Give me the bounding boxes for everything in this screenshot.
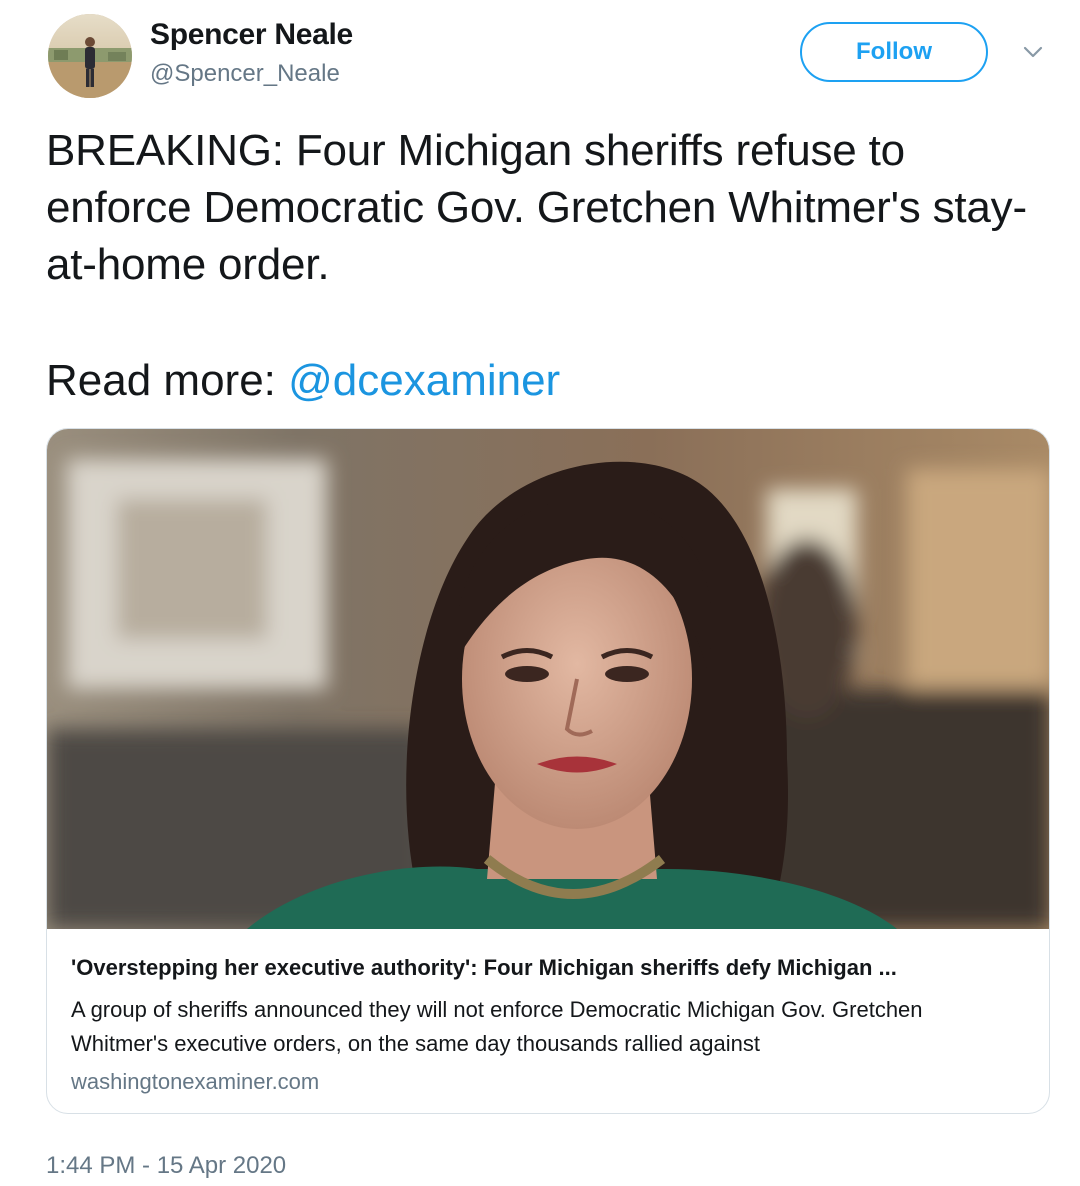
chevron-down-icon[interactable] (1022, 44, 1044, 60)
profile-photo (48, 14, 132, 98)
card-image (47, 429, 1049, 929)
author-avatar[interactable] (48, 14, 132, 98)
mention-link[interactable]: @dcexaminer (288, 356, 560, 405)
tweet-text: BREAKING: Four Michigan sheriffs refuse … (46, 126, 1027, 289)
author-display-name[interactable]: Spencer Neale (150, 18, 353, 52)
card-domain: washingtonexaminer.com (71, 1069, 320, 1094)
link-preview-card[interactable]: 'Overstepping her executive authority': … (46, 428, 1050, 1114)
card-description: A group of sheriffs announced they will … (71, 997, 923, 1056)
read-more-prefix: Read more: (46, 356, 289, 405)
tweet-timestamp[interactable]: 1:44 PM - 15 Apr 2020 (46, 1152, 286, 1180)
read-more-line: Read more: @dcexaminer (46, 352, 560, 409)
tweet-container: Spencer Neale @Spencer_Neale Follow BREA… (0, 0, 1080, 1186)
article-photo (47, 429, 1049, 929)
author-handle[interactable]: @Spencer_Neale (150, 60, 340, 88)
follow-button[interactable]: Follow (800, 22, 988, 82)
card-title: 'Overstepping her executive authority': … (71, 955, 897, 980)
